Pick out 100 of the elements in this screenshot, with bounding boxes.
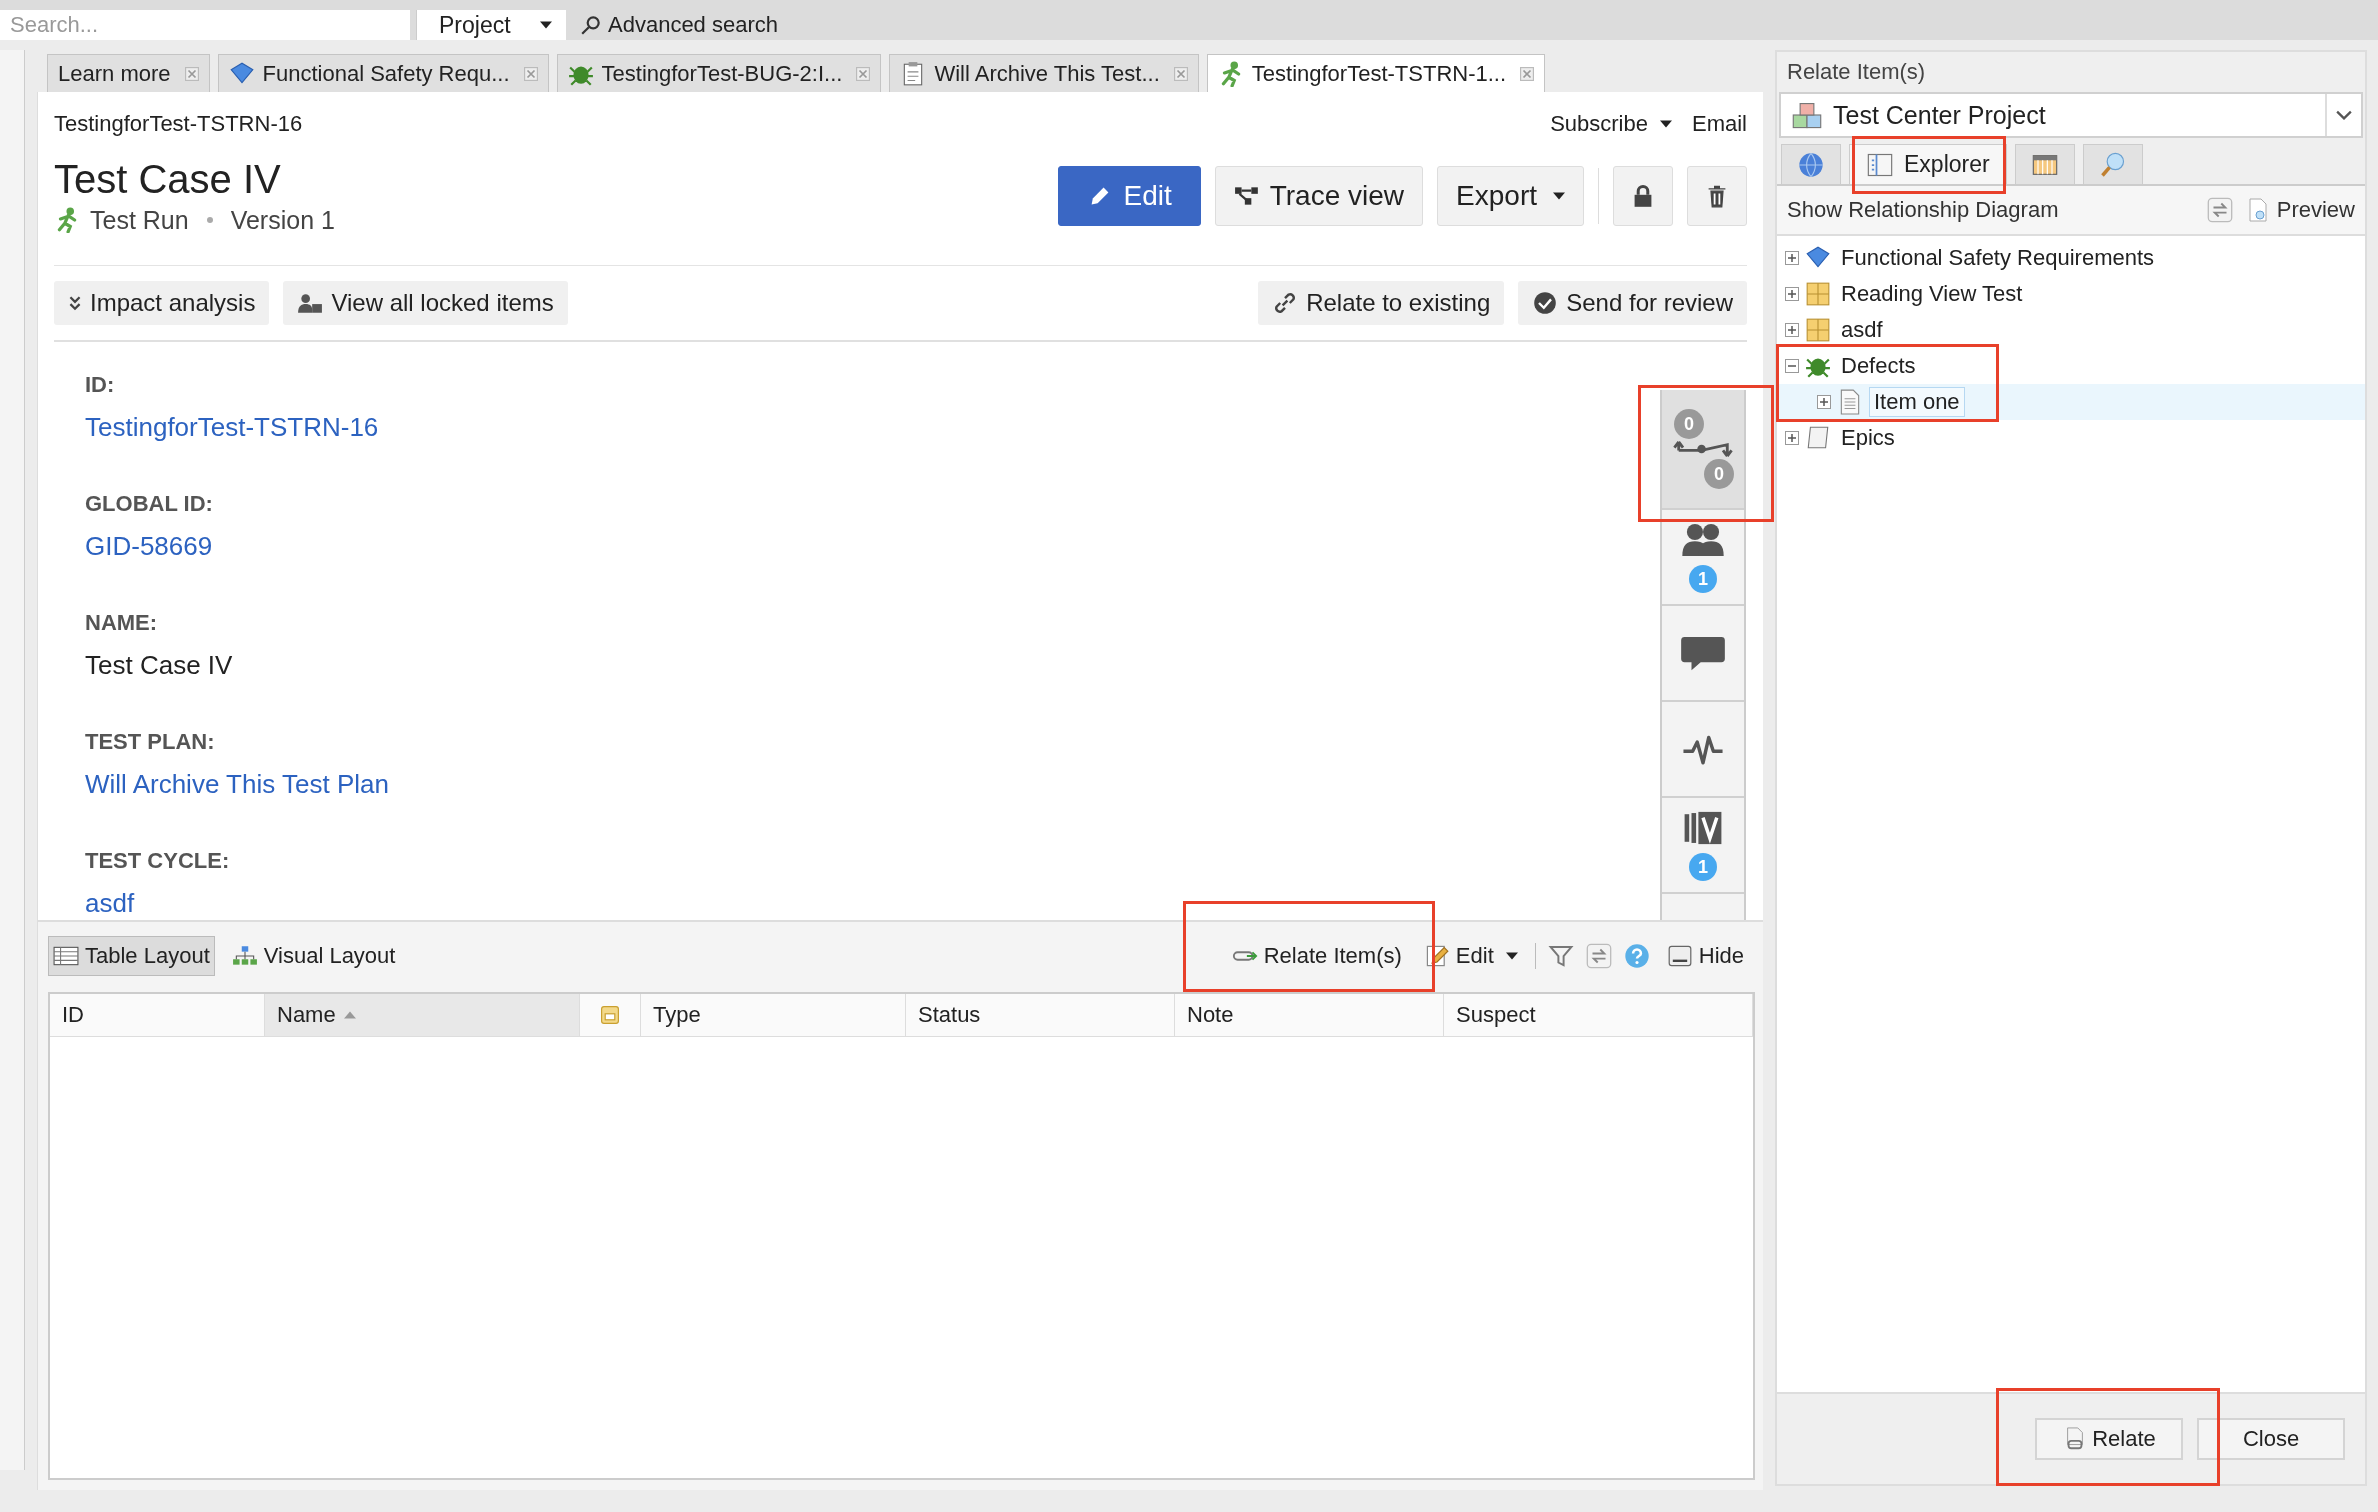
expand-toggle[interactable] (1785, 287, 1799, 301)
edit-button[interactable]: Edit (1058, 165, 1201, 226)
hide-button[interactable]: Hide (1661, 936, 1749, 976)
globe-icon (1797, 150, 1825, 179)
help-icon[interactable] (1623, 943, 1650, 969)
advanced-search-link[interactable]: Advanced search (566, 10, 792, 40)
delete-button[interactable] (1687, 165, 1747, 226)
layout-tab[interactable]: Visual Layout (226, 936, 401, 976)
item-title: Test Case IV (54, 156, 282, 202)
close-icon[interactable] (184, 66, 199, 81)
filter-icon[interactable] (1547, 943, 1574, 969)
field-label: NAME: (85, 610, 159, 636)
expand-toggle[interactable] (1785, 251, 1799, 265)
document-tab[interactable]: Will Archive This Test... (889, 54, 1199, 92)
close-icon[interactable] (523, 66, 538, 81)
minimize-icon (1666, 944, 1693, 968)
project-dropdown[interactable]: Test Center Project (1779, 92, 2363, 138)
trace-view-button[interactable]: Trace view (1214, 165, 1424, 226)
explorer-tab[interactable]: Explorer (1849, 144, 2007, 184)
column-header[interactable]: Type (641, 994, 906, 1036)
tree-item[interactable]: Epics (1837, 424, 1899, 452)
caret-icon (540, 21, 552, 29)
expand-toggle[interactable] (1785, 431, 1799, 445)
close-icon[interactable] (856, 66, 871, 81)
search-icon (580, 14, 602, 36)
caret-icon (1553, 191, 1565, 200)
count-badge: 0 (1674, 409, 1704, 439)
grid-folder-icon (1805, 317, 1831, 343)
tree-item[interactable]: Functional Safety Requirements (1837, 244, 2159, 272)
refresh-icon[interactable] (1585, 943, 1612, 969)
subscribe-menu[interactable]: Subscribe (1550, 111, 1672, 137)
relationship-icon (1673, 439, 1733, 459)
users-icon (1680, 521, 1726, 559)
chevron-down-icon[interactable] (2336, 110, 2352, 120)
field-link[interactable]: Will Archive This Test Plan (85, 769, 1613, 800)
column-header[interactable]: Status (906, 994, 1175, 1036)
caret-icon (1660, 120, 1672, 128)
collapse-toggle[interactable] (1785, 359, 1799, 373)
field-link[interactable]: asdf (85, 888, 1613, 919)
send-review-button[interactable]: Send for review (1518, 281, 1747, 325)
refresh-icon[interactable] (2206, 197, 2233, 223)
scroll-icon (1805, 425, 1831, 451)
tree-item[interactable]: Reading View Test (1837, 280, 2027, 308)
lock-button[interactable] (1613, 165, 1673, 226)
column-header[interactable]: Suspect (1444, 994, 1753, 1036)
search-tab[interactable] (2082, 144, 2143, 184)
field-link[interactable]: TestingforTest-TSTRN-16 (85, 412, 1613, 443)
calendar-tab[interactable] (2014, 144, 2075, 184)
double-chevron-icon (68, 295, 82, 311)
document-tab[interactable]: TestingforTest-BUG-2:I... (556, 54, 882, 92)
locked-items-button[interactable]: View all locked items (283, 281, 568, 325)
field-label: GLOBAL ID: (85, 491, 214, 517)
column-header[interactable]: Name (265, 994, 580, 1036)
relate-button[interactable]: Relate (2035, 1418, 2183, 1460)
field-label: ID: (85, 372, 116, 398)
column-header[interactable]: Note (1175, 994, 1444, 1036)
relate-existing-button[interactable]: Relate to existing (1258, 281, 1505, 325)
expand-toggle[interactable] (1817, 395, 1831, 409)
separator-dot (206, 217, 213, 223)
search-field[interactable]: Search... (0, 10, 410, 40)
tree-item[interactable]: Item one (1869, 387, 1965, 417)
blocks-icon (1791, 101, 1823, 129)
comment-icon (1680, 634, 1726, 672)
hierarchy-icon (231, 944, 258, 968)
relate-items-button[interactable]: Relate Item(s) (1226, 936, 1407, 976)
tree-item[interactable]: Defects (1837, 352, 1920, 380)
item-type: Test Run (90, 205, 189, 235)
field-label: TEST PLAN: (85, 729, 216, 755)
dialog-title: Relate Item(s) (1786, 58, 1927, 86)
close-icon[interactable] (1520, 66, 1535, 81)
preview-button[interactable]: Preview (2244, 197, 2355, 223)
breadcrumb: TestingforTest-TSTRN-16 (54, 111, 303, 137)
caret-icon (1505, 952, 1518, 960)
field-label: TEST CYCLE: (85, 848, 231, 874)
item-version: Version 1 (230, 205, 335, 235)
close-button[interactable]: Close (2197, 1418, 2345, 1460)
email-link[interactable]: Email (1692, 111, 1747, 137)
count-badge: 1 (1689, 565, 1717, 593)
field-value: Test Case IV (85, 650, 234, 681)
user-lock-icon (297, 291, 324, 315)
count-badge: 1 (1689, 853, 1717, 881)
document-tab[interactable]: TestingforTest-TSTRN-1... (1206, 54, 1546, 92)
grid-folder-icon (1805, 281, 1831, 307)
count-badge: 0 (1704, 459, 1734, 489)
impact-analysis-button[interactable]: Impact analysis (54, 281, 270, 325)
field-link[interactable]: GID-58669 (85, 531, 1613, 562)
expand-toggle[interactable] (1785, 323, 1799, 337)
document-tab[interactable]: Learn more (47, 54, 210, 92)
globe-tab[interactable] (1781, 144, 1841, 184)
tree-item[interactable]: asdf (1837, 316, 1887, 344)
relationship-diagram-toggle[interactable]: Show Relationship Diagram (1787, 197, 2059, 223)
export-button[interactable]: Export (1437, 165, 1584, 226)
close-icon[interactable] (1173, 66, 1188, 81)
check-circle-icon (1532, 291, 1559, 315)
layout-tab[interactable]: Table Layout (48, 936, 215, 976)
scope-dropdown[interactable]: Project (416, 10, 566, 40)
table-icon (53, 944, 79, 968)
edit-menu[interactable]: Edit (1418, 936, 1523, 976)
sort-icon (343, 1011, 356, 1019)
document-tab[interactable]: Functional Safety Requ... (217, 54, 549, 92)
